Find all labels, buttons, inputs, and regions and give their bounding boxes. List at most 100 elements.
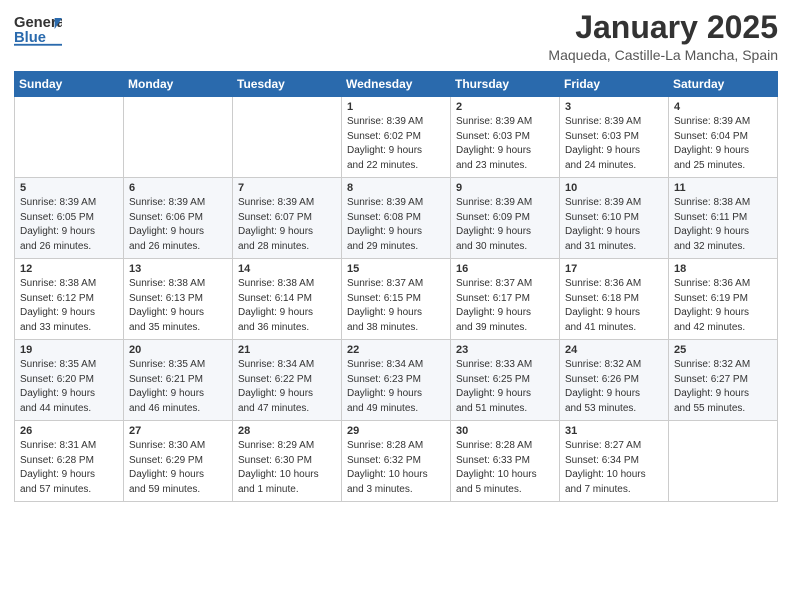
calendar-cell: 13 Sunrise: 8:38 AM Sunset: 6:13 PM Dayli… <box>124 259 233 340</box>
day-info: Sunrise: 8:35 AM Sunset: 6:20 PM Dayligh… <box>20 358 118 416</box>
calendar-cell: 12 Sunrise: 8:38 AM Sunset: 6:12 PM Dayli… <box>15 259 124 340</box>
calendar-cell <box>233 97 342 178</box>
calendar-cell <box>15 97 124 178</box>
calendar-cell: 18 Sunrise: 8:36 AM Sunset: 6:19 PM Dayli… <box>669 259 778 340</box>
calendar-cell: 8Sunrise: 8:39 AM Sunset: 6:08 PM Daylig… <box>342 178 451 259</box>
logo-svg: General Blue <box>14 10 62 50</box>
weekday-header-saturday: Saturday <box>669 72 778 97</box>
calendar-cell: 24 Sunrise: 8:32 AM Sunset: 6:26 PM Dayli… <box>560 340 669 421</box>
calendar-cell: 17 Sunrise: 8:36 AM Sunset: 6:18 PM Dayli… <box>560 259 669 340</box>
calendar-cell: 26Sunrise: 8:31 AM Sunset: 6:28 PM Dayli… <box>15 421 124 502</box>
calendar-cell: 21Sunrise: 8:34 AM Sunset: 6:22 PM Dayli… <box>233 340 342 421</box>
calendar-cell: 22 Sunrise: 8:34 AM Sunset: 6:23 PM Dayli… <box>342 340 451 421</box>
day-info: Sunrise: 8:36 AM Sunset: 6:18 PM Dayligh… <box>565 277 663 335</box>
day-number: 29 <box>347 425 445 437</box>
day-info: Sunrise: 8:39 AM Sunset: 6:05 PM Dayligh… <box>20 196 118 254</box>
day-info: Sunrise: 8:39 AM Sunset: 6:06 PM Dayligh… <box>129 196 227 254</box>
day-info: Sunrise: 8:27 AM Sunset: 6:34 PM Dayligh… <box>565 439 663 497</box>
calendar-cell: 25Sunrise: 8:32 AM Sunset: 6:27 PM Dayli… <box>669 340 778 421</box>
calendar-container: General Blue January 2025 Maqueda, Casti… <box>0 0 792 516</box>
day-info: Sunrise: 8:32 AM Sunset: 6:26 PM Dayligh… <box>565 358 663 416</box>
weekday-header-monday: Monday <box>124 72 233 97</box>
day-number: 30 <box>456 425 554 437</box>
day-info: Sunrise: 8:37 AM Sunset: 6:17 PM Dayligh… <box>456 277 554 335</box>
day-number: 12 <box>20 263 118 275</box>
day-number: 9 <box>456 182 554 194</box>
header: General Blue January 2025 Maqueda, Casti… <box>14 10 778 63</box>
day-info: Sunrise: 8:28 AM Sunset: 6:32 PM Dayligh… <box>347 439 445 497</box>
day-number: 19 <box>20 344 118 356</box>
day-info: Sunrise: 8:35 AM Sunset: 6:21 PM Dayligh… <box>129 358 227 416</box>
day-info: Sunrise: 8:38 AM Sunset: 6:13 PM Dayligh… <box>129 277 227 335</box>
day-info: Sunrise: 8:39 AM Sunset: 6:03 PM Dayligh… <box>456 115 554 173</box>
title-block: January 2025 Maqueda, Castille-La Mancha… <box>548 10 778 63</box>
calendar-cell: 31 Sunrise: 8:27 AM Sunset: 6:34 PM Dayli… <box>560 421 669 502</box>
calendar-cell: 27 Sunrise: 8:30 AM Sunset: 6:29 PM Dayli… <box>124 421 233 502</box>
day-info: Sunrise: 8:36 AM Sunset: 6:19 PM Dayligh… <box>674 277 772 335</box>
week-row-4: 19 Sunrise: 8:35 AM Sunset: 6:20 PM Dayli… <box>15 340 778 421</box>
day-number: 23 <box>456 344 554 356</box>
day-number: 2 <box>456 101 554 113</box>
day-info: Sunrise: 8:33 AM Sunset: 6:25 PM Dayligh… <box>456 358 554 416</box>
day-number: 14 <box>238 263 336 275</box>
weekday-header-row: SundayMondayTuesdayWednesdayThursdayFrid… <box>15 72 778 97</box>
day-info: Sunrise: 8:28 AM Sunset: 6:33 PM Dayligh… <box>456 439 554 497</box>
weekday-header-thursday: Thursday <box>451 72 560 97</box>
day-number: 22 <box>347 344 445 356</box>
weekday-header-sunday: Sunday <box>15 72 124 97</box>
calendar-cell: 20 Sunrise: 8:35 AM Sunset: 6:21 PM Dayli… <box>124 340 233 421</box>
day-number: 5 <box>20 182 118 194</box>
day-number: 8 <box>347 182 445 194</box>
calendar-cell: 15Sunrise: 8:37 AM Sunset: 6:15 PM Dayli… <box>342 259 451 340</box>
calendar-cell: 29 Sunrise: 8:28 AM Sunset: 6:32 PM Dayli… <box>342 421 451 502</box>
calendar-cell: 9 Sunrise: 8:39 AM Sunset: 6:09 PM Daylig… <box>451 178 560 259</box>
calendar-cell: 7 Sunrise: 8:39 AM Sunset: 6:07 PM Daylig… <box>233 178 342 259</box>
calendar-table: SundayMondayTuesdayWednesdayThursdayFrid… <box>14 71 778 502</box>
day-number: 26 <box>20 425 118 437</box>
day-number: 18 <box>674 263 772 275</box>
day-number: 3 <box>565 101 663 113</box>
location: Maqueda, Castille-La Mancha, Spain <box>548 47 778 63</box>
day-info: Sunrise: 8:32 AM Sunset: 6:27 PM Dayligh… <box>674 358 772 416</box>
calendar-cell <box>124 97 233 178</box>
day-info: Sunrise: 8:38 AM Sunset: 6:11 PM Dayligh… <box>674 196 772 254</box>
calendar-cell: 16 Sunrise: 8:37 AM Sunset: 6:17 PM Dayli… <box>451 259 560 340</box>
calendar-cell: 6Sunrise: 8:39 AM Sunset: 6:06 PM Daylig… <box>124 178 233 259</box>
day-number: 24 <box>565 344 663 356</box>
day-number: 10 <box>565 182 663 194</box>
day-number: 16 <box>456 263 554 275</box>
calendar-cell: 14Sunrise: 8:38 AM Sunset: 6:14 PM Dayli… <box>233 259 342 340</box>
week-row-5: 26Sunrise: 8:31 AM Sunset: 6:28 PM Dayli… <box>15 421 778 502</box>
day-number: 17 <box>565 263 663 275</box>
calendar-cell: 28Sunrise: 8:29 AM Sunset: 6:30 PM Dayli… <box>233 421 342 502</box>
weekday-header-wednesday: Wednesday <box>342 72 451 97</box>
calendar-cell: 2 Sunrise: 8:39 AM Sunset: 6:03 PM Daylig… <box>451 97 560 178</box>
day-info: Sunrise: 8:39 AM Sunset: 6:10 PM Dayligh… <box>565 196 663 254</box>
day-info: Sunrise: 8:30 AM Sunset: 6:29 PM Dayligh… <box>129 439 227 497</box>
day-info: Sunrise: 8:29 AM Sunset: 6:30 PM Dayligh… <box>238 439 336 497</box>
week-row-1: 1 Sunrise: 8:39 AM Sunset: 6:02 PM Daylig… <box>15 97 778 178</box>
weekday-header-friday: Friday <box>560 72 669 97</box>
day-info: Sunrise: 8:39 AM Sunset: 6:09 PM Dayligh… <box>456 196 554 254</box>
day-info: Sunrise: 8:39 AM Sunset: 6:07 PM Dayligh… <box>238 196 336 254</box>
day-info: Sunrise: 8:39 AM Sunset: 6:02 PM Dayligh… <box>347 115 445 173</box>
day-info: Sunrise: 8:34 AM Sunset: 6:23 PM Dayligh… <box>347 358 445 416</box>
day-number: 7 <box>238 182 336 194</box>
calendar-cell: 23 Sunrise: 8:33 AM Sunset: 6:25 PM Dayli… <box>451 340 560 421</box>
month-title: January 2025 <box>548 10 778 45</box>
calendar-cell: 3 Sunrise: 8:39 AM Sunset: 6:03 PM Daylig… <box>560 97 669 178</box>
day-number: 1 <box>347 101 445 113</box>
day-info: Sunrise: 8:38 AM Sunset: 6:12 PM Dayligh… <box>20 277 118 335</box>
day-number: 27 <box>129 425 227 437</box>
day-number: 31 <box>565 425 663 437</box>
calendar-cell: 30 Sunrise: 8:28 AM Sunset: 6:33 PM Dayli… <box>451 421 560 502</box>
logo-icon: General Blue <box>14 10 62 50</box>
svg-text:Blue: Blue <box>14 30 46 46</box>
day-number: 20 <box>129 344 227 356</box>
weekday-header-tuesday: Tuesday <box>233 72 342 97</box>
calendar-cell: 1 Sunrise: 8:39 AM Sunset: 6:02 PM Daylig… <box>342 97 451 178</box>
day-number: 13 <box>129 263 227 275</box>
day-number: 11 <box>674 182 772 194</box>
day-info: Sunrise: 8:39 AM Sunset: 6:03 PM Dayligh… <box>565 115 663 173</box>
week-row-3: 12 Sunrise: 8:38 AM Sunset: 6:12 PM Dayli… <box>15 259 778 340</box>
